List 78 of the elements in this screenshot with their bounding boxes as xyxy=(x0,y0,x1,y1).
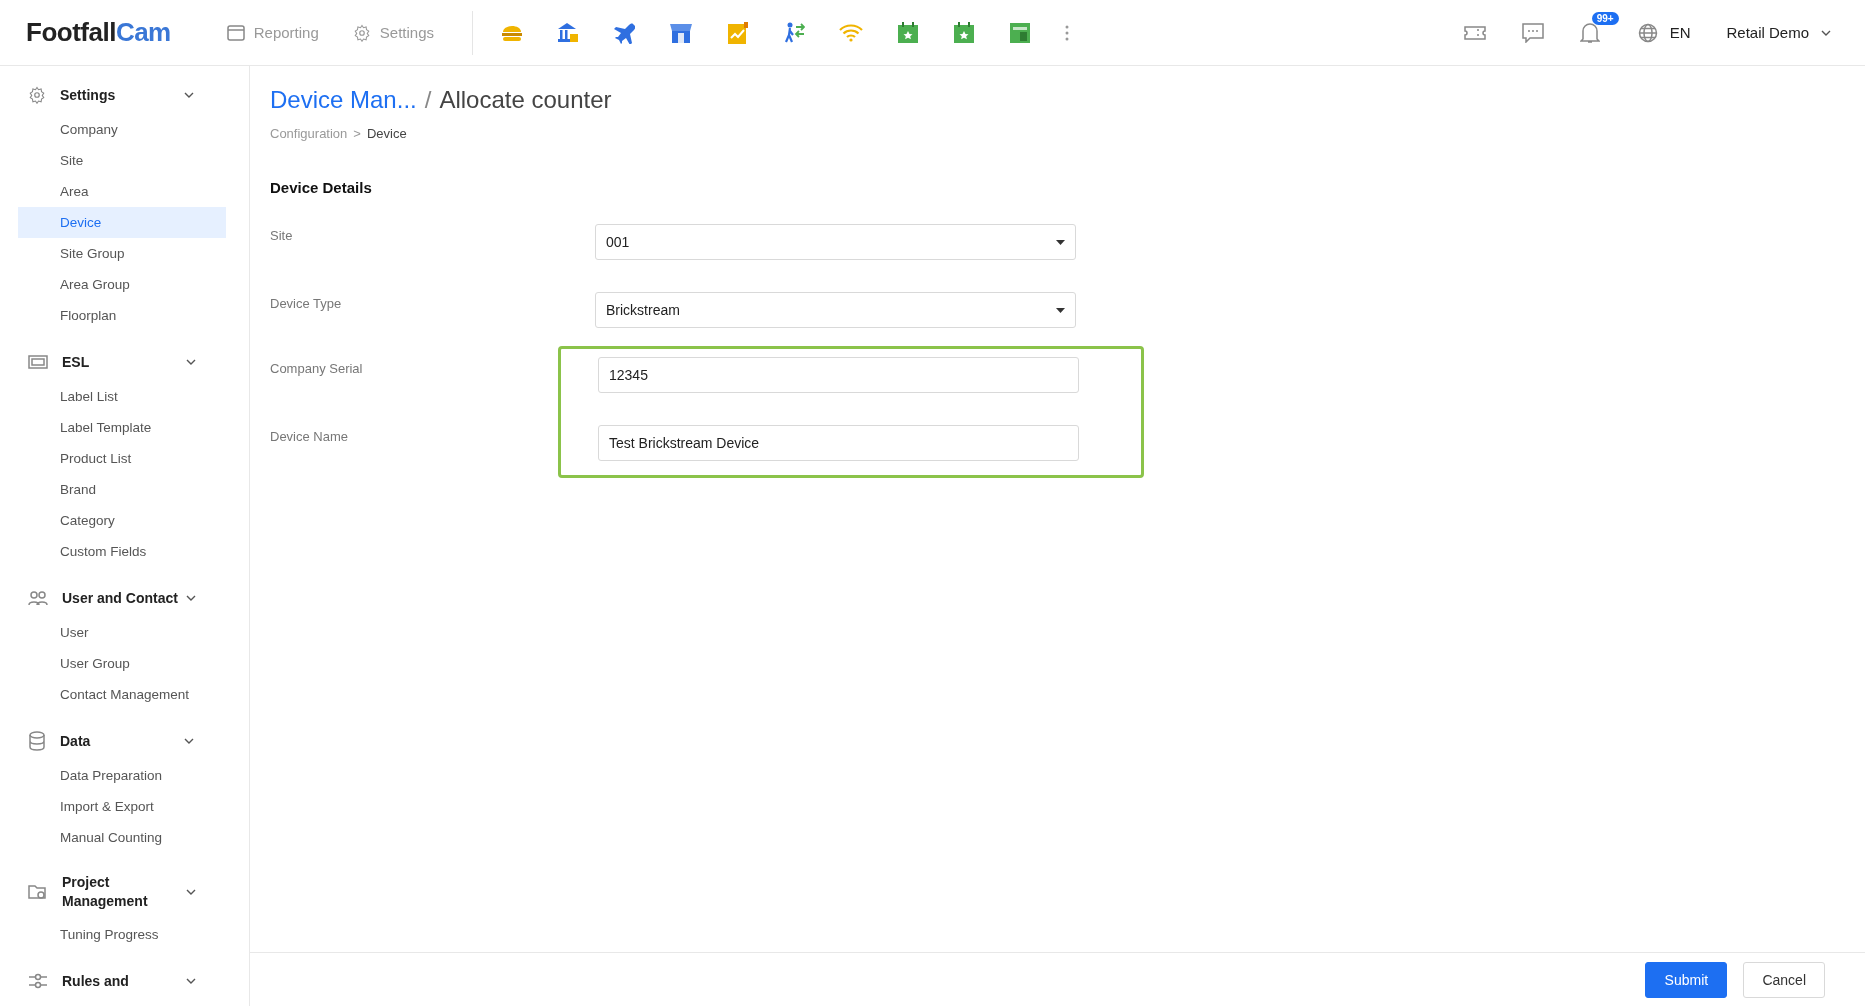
sidebar-item[interactable]: User Group xyxy=(18,648,226,679)
sidebar-item[interactable]: Category xyxy=(18,505,226,536)
input-field[interactable]: 12345 xyxy=(598,357,1079,393)
users-icon xyxy=(28,590,48,606)
sidebar-item[interactable]: Company xyxy=(18,114,226,145)
nav-label: Settings xyxy=(379,24,434,41)
window-icon xyxy=(226,24,245,41)
settings-icon xyxy=(28,86,46,104)
chevron-down-icon xyxy=(186,887,196,897)
sidebar-item[interactable]: Area Group xyxy=(18,269,226,300)
sidebar-item[interactable]: Contact Management xyxy=(18,679,226,710)
chevron-down-icon xyxy=(184,90,194,100)
breadcrumb-item: Device xyxy=(366,126,407,141)
field-label: Device Type xyxy=(270,295,343,313)
screen-icon xyxy=(28,354,48,370)
sidebar-section-header[interactable]: Rules and xyxy=(18,964,226,998)
chevron-down-icon xyxy=(186,593,196,603)
chart-icon[interactable] xyxy=(727,20,749,45)
folder-gear-icon xyxy=(28,883,48,901)
shop-icon[interactable] xyxy=(669,21,693,44)
section-title: Device Details xyxy=(270,179,373,196)
chevron-down-icon[interactable] xyxy=(1821,29,1831,36)
bell-icon[interactable] xyxy=(1579,21,1600,44)
ticket-icon[interactable] xyxy=(1463,24,1486,41)
breadcrumb-item: Configuration xyxy=(270,126,348,141)
logo[interactable]: FootfallCam xyxy=(26,17,171,48)
sidebar-item[interactable]: Area xyxy=(18,176,226,207)
chevron-down-icon xyxy=(186,357,196,367)
sidebar-section-header[interactable]: Settings xyxy=(18,78,226,112)
database-icon xyxy=(28,731,46,751)
sliders-icon xyxy=(28,973,48,989)
cancel-button[interactable]: Cancel xyxy=(1743,961,1825,998)
more-icon[interactable] xyxy=(1065,24,1069,41)
sidebar-section-header[interactable]: Data xyxy=(18,724,226,758)
field-label: Company Serial xyxy=(270,360,364,378)
sidebar-item[interactable]: Data Preparation xyxy=(18,760,226,791)
chat-icon[interactable] xyxy=(1521,22,1544,43)
chevron-down-icon xyxy=(184,736,194,746)
notification-badge: 99+ xyxy=(1591,11,1619,25)
input-field[interactable]: Test Brickstream Device xyxy=(598,425,1079,461)
bank-icon[interactable] xyxy=(557,21,579,44)
language-label[interactable]: EN xyxy=(1669,24,1691,41)
page-title: Allocate counter xyxy=(439,86,612,114)
airplane-icon[interactable] xyxy=(613,21,635,44)
submit-button[interactable]: Submit xyxy=(1645,961,1728,998)
cash-icon[interactable] xyxy=(1009,21,1031,44)
people-exchange-icon[interactable] xyxy=(783,20,805,45)
sidebar-item[interactable]: User xyxy=(18,617,226,648)
user-name[interactable]: Retail Demo xyxy=(1726,24,1809,41)
globe-icon[interactable] xyxy=(1637,22,1658,43)
sidebar-item[interactable]: Product List xyxy=(18,443,226,474)
breadcrumb-item: > xyxy=(353,126,361,141)
sidebar-item[interactable]: Tuning Progress xyxy=(18,919,226,950)
select-field[interactable]: 001 xyxy=(595,224,1076,260)
sidebar-item[interactable]: Custom Fields xyxy=(18,536,226,567)
nav-label: Reporting xyxy=(253,24,319,41)
settings-icon xyxy=(352,23,371,42)
sidebar-section-header[interactable]: User and Contact xyxy=(18,581,226,615)
sidebar-item[interactable]: Brand xyxy=(18,474,226,505)
title-link[interactable]: Device Man... xyxy=(270,86,417,114)
title-separator: / xyxy=(424,86,432,114)
sidebar-item[interactable]: Label List xyxy=(18,381,226,412)
sidebar-item[interactable]: Manual Counting xyxy=(18,822,226,853)
chevron-down-icon xyxy=(186,976,196,986)
select-field[interactable]: Brickstream xyxy=(595,292,1076,328)
field-label: Device Name xyxy=(270,428,350,446)
field-label: Site xyxy=(270,227,294,245)
sidebar-item[interactable]: Label Template xyxy=(18,412,226,443)
caret-icon xyxy=(1056,307,1065,313)
sidebar-item[interactable]: Site Group xyxy=(18,238,226,269)
sidebar-item[interactable]: Site xyxy=(18,145,226,176)
sidebar-section-header[interactable]: ESL xyxy=(18,345,226,379)
burger-icon[interactable] xyxy=(501,23,523,42)
sidebar-item[interactable]: Floorplan xyxy=(18,300,226,331)
sidebar-section-header[interactable]: Project Management xyxy=(18,867,226,917)
caret-icon xyxy=(1056,239,1065,245)
sidebar-item[interactable]: Device xyxy=(18,207,226,238)
sidebar-item[interactable]: Import & Export xyxy=(18,791,226,822)
